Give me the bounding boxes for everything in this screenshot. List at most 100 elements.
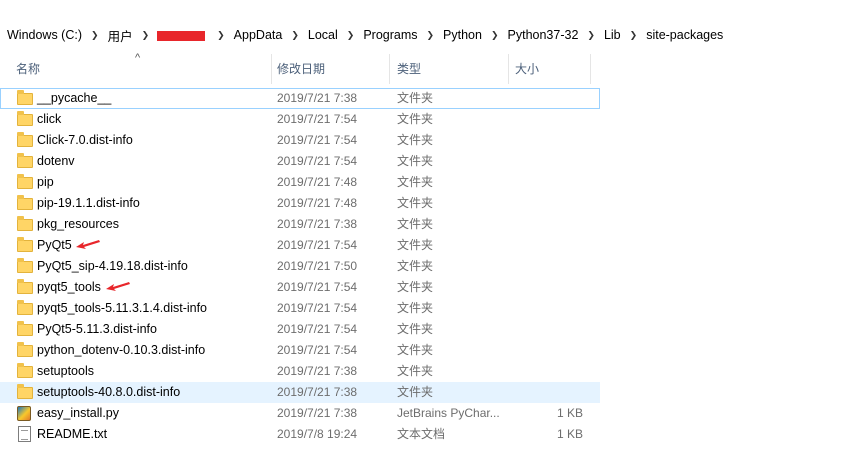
file-name: easy_install.py <box>37 406 119 420</box>
folder-icon <box>17 300 33 315</box>
file-type: 文件夹 <box>397 364 434 378</box>
breadcrumb-item[interactable]: 用户 <box>105 26 136 45</box>
file-date-modified: 2019/7/21 7:54 <box>277 280 358 294</box>
file-row[interactable]: PyQt5_sip-4.19.18.dist-info 2019/7/21 7:5… <box>0 256 600 277</box>
file-type: 文件夹 <box>397 196 434 210</box>
chevron-right-icon[interactable]: ❯ <box>136 30 156 41</box>
chevron-right-icon[interactable]: ❯ <box>341 30 361 41</box>
file-date-modified: 2019/7/21 7:54 <box>277 112 358 126</box>
column-size[interactable]: 大小 <box>509 54 591 84</box>
folder-icon <box>17 216 33 231</box>
file-row[interactable]: pkg_resources 2019/7/21 7:38 文件夹 <box>0 214 600 235</box>
breadcrumb-item[interactable]: AppData <box>231 28 286 42</box>
chevron-right-icon[interactable]: ❯ <box>85 30 105 41</box>
file-size <box>516 382 583 403</box>
file-size <box>516 109 583 130</box>
chevron-right-icon[interactable]: ❯ <box>421 30 441 41</box>
breadcrumb-item[interactable]: Lib <box>601 28 624 42</box>
file-date-modified: 2019/7/21 7:54 <box>277 322 358 336</box>
file-size <box>516 193 583 214</box>
file-type: 文件夹 <box>397 259 434 273</box>
breadcrumb-item-redacted[interactable] <box>157 31 206 41</box>
file-name: __pycache__ <box>37 91 112 105</box>
breadcrumb-item[interactable]: Python37-32 <box>505 28 582 42</box>
folder-icon <box>17 111 33 126</box>
folder-icon <box>17 279 33 294</box>
column-header: ^ 名称 修改日期 类型 大小 <box>0 52 600 84</box>
folder-icon <box>17 174 33 189</box>
file-row[interactable]: python_dotenv-0.10.3.dist-info 2019/7/21 … <box>0 340 600 361</box>
file-name: pkg_resources <box>37 217 119 231</box>
folder-icon <box>17 342 33 357</box>
chevron-right-icon[interactable]: ❯ <box>581 30 601 41</box>
file-row[interactable]: setuptools 2019/7/21 7:38 文件夹 <box>0 361 600 382</box>
file-type: 文件夹 <box>397 175 434 189</box>
file-date-modified: 2019/7/21 7:50 <box>277 259 358 273</box>
file-list: __pycache__ 2019/7/21 7:38 文件夹 click 2019/7/… <box>0 88 600 445</box>
file-type: 文件夹 <box>397 343 434 357</box>
file-row[interactable]: PyQt5 2019/7/21 7:54 文件夹 <box>0 235 600 256</box>
file-row[interactable]: PyQt5-5.11.3.dist-info 2019/7/21 7:54 文件夹 <box>0 319 600 340</box>
file-date-modified: 2019/7/21 7:54 <box>277 301 358 315</box>
file-type: 文件夹 <box>397 322 434 336</box>
file-name: pyqt5_tools <box>37 280 101 294</box>
folder-icon <box>17 384 33 399</box>
breadcrumb-item[interactable]: Python <box>440 28 485 42</box>
file-size <box>516 172 583 193</box>
annotation-arrow-icon <box>76 240 100 249</box>
file-date-modified: 2019/7/21 7:38 <box>277 385 358 399</box>
file-name: dotenv <box>37 154 75 168</box>
breadcrumb-item[interactable]: Windows (C:) <box>4 28 85 42</box>
chevron-right-icon[interactable]: ❯ <box>285 30 305 41</box>
file-size <box>516 214 583 235</box>
column-name[interactable]: 名称 <box>0 54 272 84</box>
breadcrumb-item[interactable]: Local <box>305 28 341 42</box>
text-file-icon <box>18 426 31 442</box>
file-name: click <box>37 112 62 126</box>
file-type: 文件夹 <box>397 238 434 252</box>
file-size <box>516 298 583 319</box>
chevron-right-icon[interactable]: ❯ <box>211 30 231 41</box>
file-row[interactable]: pip 2019/7/21 7:48 文件夹 <box>0 172 600 193</box>
file-row[interactable]: README.txt 2019/7/8 19:24 文本文档 1 KB <box>0 424 600 445</box>
file-row[interactable]: click 2019/7/21 7:54 文件夹 <box>0 109 600 130</box>
file-size: 1 KB <box>556 406 583 420</box>
file-size <box>516 88 583 109</box>
file-row[interactable]: pyqt5_tools-5.11.3.1.4.dist-info 2019/7/2… <box>0 298 600 319</box>
file-name: pyqt5_tools-5.11.3.1.4.dist-info <box>37 301 208 315</box>
file-size <box>516 340 583 361</box>
column-date-modified[interactable]: 修改日期 <box>272 54 390 84</box>
file-row[interactable]: easy_install.py 2019/7/21 7:38 JetBrains P… <box>0 403 600 424</box>
file-size <box>516 277 583 298</box>
file-date-modified: 2019/7/21 7:38 <box>277 406 358 420</box>
file-row[interactable]: setuptools-40.8.0.dist-info 2019/7/21 7:3… <box>0 382 600 403</box>
file-name: python_dotenv-0.10.3.dist-info <box>37 343 206 357</box>
column-type[interactable]: 类型 <box>390 54 509 84</box>
file-date-modified: 2019/7/21 7:38 <box>277 364 358 378</box>
file-date-modified: 2019/7/21 7:54 <box>277 133 358 147</box>
file-name: README.txt <box>37 427 108 441</box>
folder-icon <box>17 90 33 105</box>
breadcrumb-item[interactable]: site-packages <box>643 28 726 42</box>
folder-icon <box>17 321 33 336</box>
breadcrumb-item[interactable]: Programs <box>360 28 420 42</box>
breadcrumb[interactable]: Windows (C:) ❯ 用户 ❯ ❯ AppData ❯ Local ❯ Programs ❯… <box>0 22 845 48</box>
annotation-arrow-icon <box>106 282 130 291</box>
file-row[interactable]: __pycache__ 2019/7/21 7:38 文件夹 <box>0 88 600 109</box>
file-date-modified: 2019/7/21 7:48 <box>277 175 358 189</box>
file-row[interactable]: pyqt5_tools 2019/7/21 7:54 文件夹 <box>0 277 600 298</box>
file-row[interactable]: Click-7.0.dist-info 2019/7/21 7:54 文件夹 <box>0 130 600 151</box>
file-size: 1 KB <box>556 427 583 441</box>
folder-icon <box>17 132 33 147</box>
file-row[interactable]: pip-19.1.1.dist-info 2019/7/21 7:48 文件夹 <box>0 193 600 214</box>
file-size <box>516 256 583 277</box>
chevron-right-icon[interactable]: ❯ <box>485 30 505 41</box>
file-date-modified: 2019/7/8 19:24 <box>277 427 358 441</box>
file-row[interactable]: dotenv 2019/7/21 7:54 文件夹 <box>0 151 600 172</box>
file-date-modified: 2019/7/21 7:54 <box>277 343 358 357</box>
chevron-right-icon[interactable]: ❯ <box>624 30 644 41</box>
file-name: Click-7.0.dist-info <box>37 133 133 147</box>
file-type: 文件夹 <box>397 217 434 231</box>
file-date-modified: 2019/7/21 7:38 <box>277 91 358 105</box>
file-name: pip <box>37 175 54 189</box>
